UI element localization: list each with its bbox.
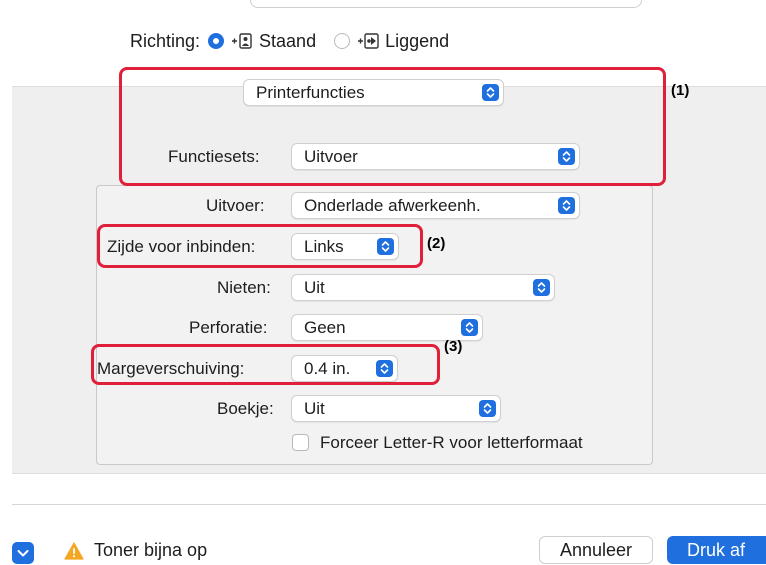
orientation-row: Richting: Staand Liggend [130,30,467,52]
staple-popup[interactable]: Uit [291,274,555,301]
top-popup-edge [250,0,642,8]
annotation-box-2 [97,224,423,268]
staple-value: Uit [304,278,325,297]
status-text: Toner bijna op [94,540,208,560]
punch-popup[interactable]: Geen [291,314,483,341]
annotation-label-3: (3) [444,338,463,355]
output-popup[interactable]: Onderlade afwerkeenh. [291,192,580,219]
annotation-box-3 [91,344,440,385]
staple-label: Nieten: [217,278,271,297]
chevron-down-icon [17,550,29,557]
force-letter-r-label[interactable]: Forceer Letter-R voor letterformaat [320,433,583,453]
chevron-updown-icon [558,197,575,214]
punch-label: Perforatie: [189,318,268,337]
landscape-icon [358,33,379,49]
orientation-label: Richting: [130,30,201,51]
disclosure-button[interactable] [12,542,34,564]
portrait-icon [232,33,252,49]
force-letter-r-checkbox[interactable] [292,434,309,451]
print-button[interactable]: Druk af [667,536,766,564]
output-value: Onderlade afwerkeenh. [304,196,481,215]
output-label: Uitvoer: [206,196,265,215]
booklet-value: Uit [304,399,325,418]
annotation-label-2: (2) [427,235,446,252]
chevron-updown-icon [461,319,478,336]
warning-icon [64,542,84,560]
portrait-radio[interactable] [208,33,225,49]
punch-value: Geen [304,318,346,337]
annotation-label-1: (1) [671,82,690,99]
booklet-popup[interactable]: Uit [291,395,501,422]
chevron-updown-icon [533,279,550,296]
landscape-label[interactable]: Liggend [385,31,449,52]
bottom-separator [12,504,766,505]
annotation-box-1 [119,67,666,186]
landscape-radio[interactable] [334,33,351,49]
cancel-button[interactable]: Annuleer [539,536,653,564]
booklet-label: Boekje: [217,399,274,418]
chevron-updown-icon [479,400,496,417]
portrait-label[interactable]: Staand [259,31,316,52]
